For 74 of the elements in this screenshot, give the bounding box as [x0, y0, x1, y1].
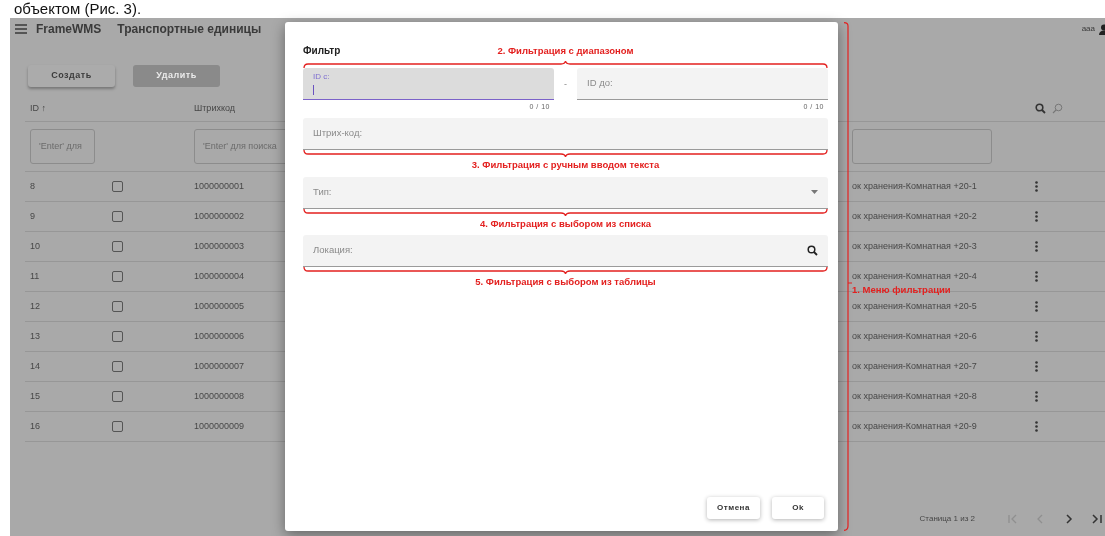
table-cell: ок хранения-Комнатная +20-4	[852, 270, 977, 281]
filter-field[interactable]	[852, 129, 992, 164]
table-cell: 14	[30, 360, 40, 371]
ok-button[interactable]: Ok	[772, 497, 824, 519]
dialog-title: Фильтр	[303, 44, 342, 58]
input-field[interactable]: ID с:	[303, 68, 554, 100]
checkbox[interactable]	[112, 391, 123, 402]
last-page-button[interactable]	[1091, 513, 1103, 525]
range-separator: -	[564, 79, 567, 89]
more-icon[interactable]	[1035, 331, 1038, 342]
more-icon[interactable]	[1035, 301, 1038, 312]
table-cell: 1000000008	[194, 390, 245, 401]
user-name: aaa	[1081, 23, 1095, 35]
table-cell: ок хранения-Комнатная +20-2	[852, 210, 977, 221]
table-cell: 1000000001	[194, 180, 245, 191]
checkbox[interactable]	[112, 211, 123, 222]
search-icon[interactable]	[807, 245, 818, 256]
table-cell: 11	[30, 270, 40, 281]
more-icon[interactable]	[1035, 391, 1038, 402]
table-cell: ок хранения-Комнатная +20-6	[852, 330, 977, 341]
annotation: 5. Фильтрация с выбором из таблицы	[475, 276, 656, 287]
more-icon[interactable]	[1035, 211, 1038, 222]
table-cell: ок хранения-Комнатная +20-3	[852, 240, 977, 251]
table-cell: 1000000004	[194, 270, 245, 281]
user-icon[interactable]	[1099, 23, 1105, 35]
cancel-button[interactable]: Отмена	[707, 497, 760, 519]
more-icon[interactable]	[1035, 361, 1038, 372]
table-cell: ок хранения-Комнатная +20-7	[852, 360, 977, 371]
dropdown-icon[interactable]	[811, 190, 818, 194]
checkbox[interactable]	[112, 301, 123, 312]
column-header[interactable]: ID ↑	[30, 102, 46, 113]
more-icon[interactable]	[1035, 421, 1038, 432]
menu-icon[interactable]	[14, 23, 28, 35]
dropdown-field[interactable]: Тип:	[303, 176, 828, 209]
table-cell: 1000000007	[194, 360, 245, 371]
table-cell: ок хранения-Комнатная +20-9	[852, 420, 977, 431]
checkbox[interactable]	[112, 271, 123, 282]
table-cell: 1000000009	[194, 420, 245, 431]
checkbox[interactable]	[112, 421, 123, 432]
more-icon[interactable]	[1035, 181, 1038, 192]
checkbox[interactable]	[112, 331, 123, 342]
annotation: 4. Фильтрация с выбором из списка	[479, 217, 652, 229]
page-title: Транспортные единицы	[117, 21, 262, 38]
table-cell: ок хранения-Комнатная +20-1	[852, 180, 977, 191]
more-icon[interactable]	[1035, 271, 1038, 282]
table-cell: 12	[30, 300, 40, 311]
input-field[interactable]: ID до:	[577, 68, 828, 100]
table-cell: ок хранения-Комнатная +20-5	[852, 300, 977, 311]
document-text: объектом (Рис. 3).	[14, 0, 142, 18]
brand-name: FrameWMS	[36, 21, 102, 38]
table-cell: 13	[30, 330, 40, 341]
input-field[interactable]: Штрих-код:	[303, 118, 828, 150]
more-icon[interactable]	[1035, 241, 1038, 252]
annotation: 2. Фильтрация с диапазоном	[497, 44, 634, 56]
annotation: 3. Фильтрация с ручным вводом текста	[471, 159, 660, 170]
table-cell: 1000000002	[194, 210, 245, 221]
table-cell: 16	[30, 420, 40, 431]
annotation: 1. Меню фильтрации	[852, 283, 951, 297]
table-cell: 9	[30, 210, 35, 221]
next-page-button[interactable]	[1063, 513, 1075, 525]
checkbox[interactable]	[112, 241, 123, 252]
table-cell: 1000000003	[194, 240, 245, 251]
table-cell: 15	[30, 390, 40, 401]
checkbox[interactable]	[112, 361, 123, 372]
input-field[interactable]: Локация:	[303, 235, 828, 267]
table-cell: 1000000005	[194, 300, 245, 311]
checkbox[interactable]	[112, 181, 123, 192]
page-label: Станица 1 из 2	[919, 513, 975, 525]
table-cell: 8	[30, 180, 35, 191]
table-cell: ок хранения-Комнатная +20-8	[852, 390, 977, 401]
table-cell: 1000000006	[194, 330, 245, 341]
table-cell: 10	[30, 240, 40, 251]
create-button[interactable]: Создать	[28, 65, 115, 87]
column-header[interactable]: Штрихкод	[194, 102, 235, 113]
